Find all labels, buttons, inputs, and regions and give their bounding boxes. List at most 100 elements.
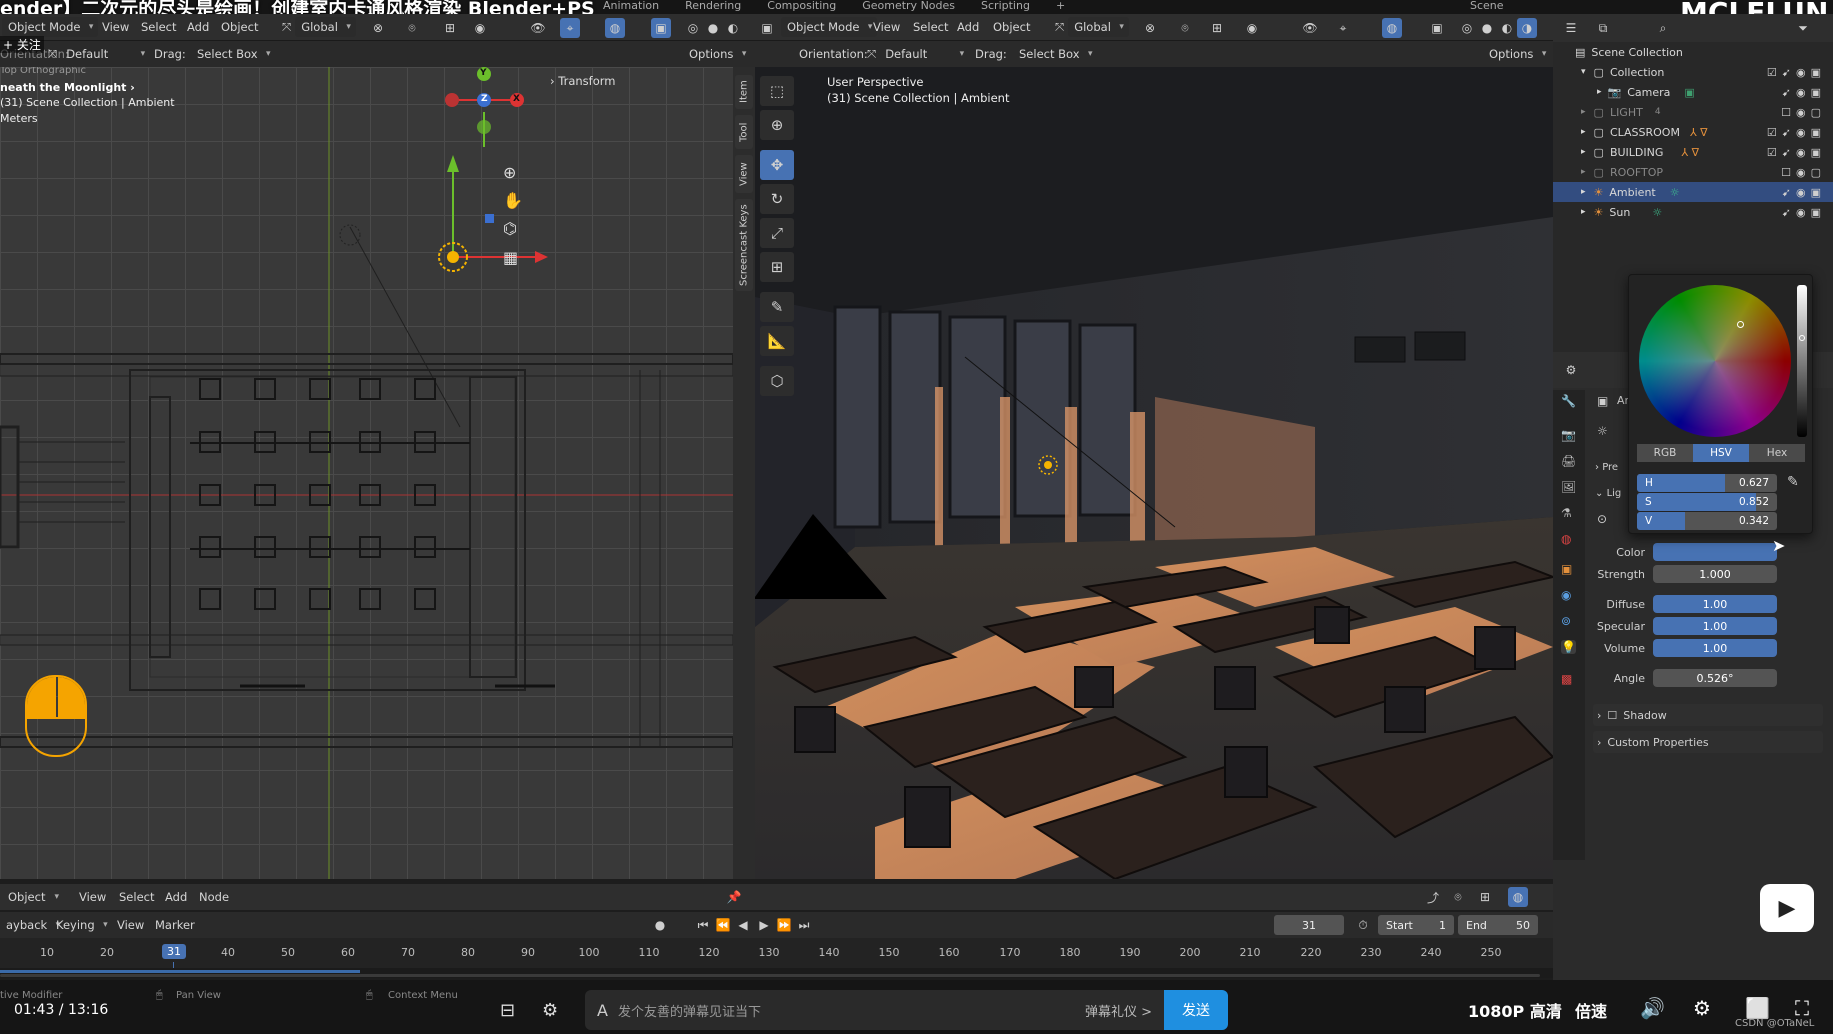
widescreen-icon[interactable]: ⬜	[1745, 996, 1770, 1020]
annotate-tool-icon[interactable]: ✎	[760, 292, 794, 322]
ortho-toggle-icon[interactable]: ▦	[503, 248, 518, 267]
snap-icon[interactable]: ⌾	[1448, 887, 1468, 907]
light-type-icon[interactable]: ☼	[1597, 424, 1608, 438]
node-object-dropdown[interactable]: Object	[2, 887, 64, 907]
saturation-field[interactable]: S 0.852	[1637, 493, 1777, 511]
fullscreen-icon[interactable]: ⛶	[1795, 996, 1809, 1020]
right-transform-orientation[interactable]: Global	[1068, 17, 1129, 37]
left-mode-dropdown[interactable]: Object Mode	[2, 17, 99, 37]
eye-icon[interactable]: ◉	[1796, 106, 1806, 119]
tab-tool[interactable]: Tool	[735, 115, 753, 149]
timeline-ruler[interactable]: 10 20 31 40 50 60 70 80 90 100 110 120 1…	[0, 938, 1553, 968]
eyedropper-icon[interactable]: ✎	[1787, 474, 1799, 490]
keying-dropdown[interactable]: Keying	[50, 915, 113, 935]
play-icon[interactable]: ▶	[754, 915, 774, 935]
select-box-tool-icon[interactable]: ⬚	[760, 76, 794, 106]
end-frame-field[interactable]: End 50	[1458, 915, 1538, 935]
danmaku-etiquette-link[interactable]: 弹幕礼仪 >	[1085, 1001, 1152, 1020]
outliner-item-light[interactable]: ▸ ▢ LIGHT 4 ☐ ◉ ▢	[1553, 102, 1833, 122]
eye-icon[interactable]: ◉	[1796, 166, 1806, 179]
left-drag-dropdown[interactable]: Select Box	[191, 44, 276, 64]
timeline-menu-marker[interactable]: Marker	[155, 912, 195, 938]
preview-section-header[interactable]: › Pre	[1595, 462, 1618, 473]
eye-icon[interactable]: ◉	[1796, 86, 1806, 99]
follow-button[interactable]: + 关注	[0, 36, 44, 53]
pin-icon[interactable]: 📌	[724, 887, 744, 907]
render-icon[interactable]: ▣	[1811, 186, 1821, 199]
custom-properties-header[interactable]: › Custom Properties	[1593, 731, 1823, 753]
light-data-tab-icon[interactable]: 💡	[1561, 640, 1576, 654]
shadow-checkbox-icon[interactable]: ☐	[1607, 709, 1617, 722]
tab-screencast-keys[interactable]: Screencast Keys	[735, 199, 753, 291]
prev-keyframe-icon[interactable]: ⏪	[713, 915, 733, 935]
eye-icon[interactable]: ◉	[1796, 146, 1806, 159]
volume-field[interactable]: 1.00	[1653, 639, 1777, 657]
outliner-item-camera[interactable]: ▸ 📷 Camera ▣ ➹ ◉ ▣	[1553, 82, 1833, 102]
diffuse-field[interactable]: 1.00	[1653, 595, 1777, 613]
shading-solid-icon[interactable]: ●	[1477, 18, 1497, 38]
outliner-item-sun[interactable]: ▸ ☀ Sun ☼ ➹ ◉ ▣	[1553, 202, 1833, 222]
value-field[interactable]: V 0.342	[1637, 512, 1777, 530]
output-tab-icon[interactable]: 🖨	[1561, 454, 1576, 468]
tab-view[interactable]: View	[735, 155, 753, 193]
right-menu-add[interactable]: Add	[957, 14, 979, 40]
outliner-item-rooftop[interactable]: ▸ ▢ ROOFTOP ☐ ◉ ▢	[1553, 162, 1833, 182]
timeline-scroll-strip[interactable]	[0, 968, 1553, 978]
view-layer-tab-icon[interactable]: 🖼	[1561, 480, 1576, 494]
timeline-scrollbar[interactable]	[0, 974, 1540, 977]
gizmo-toggle-icon[interactable]: ⌖	[560, 18, 580, 38]
chevron-right-icon[interactable]: ▸	[1581, 147, 1586, 157]
render-icon[interactable]: ▣	[1811, 146, 1821, 159]
overlay-toggle-icon[interactable]: ◍	[1382, 18, 1402, 38]
editor-type-icon[interactable]: ▣	[757, 18, 777, 38]
render-icon[interactable]: ▣	[1811, 206, 1821, 219]
snap-icon[interactable]: ⌾	[402, 18, 422, 38]
left-menu-select[interactable]: Select	[141, 14, 176, 40]
checkbox-icon[interactable]: ☐	[1781, 166, 1791, 179]
scene-selector[interactable]: Scene	[1470, 0, 1504, 12]
value-slider[interactable]	[1797, 285, 1807, 437]
chevron-down-icon[interactable]: ▾	[1581, 67, 1586, 77]
workspace-tab-compositing[interactable]: Compositing	[767, 0, 836, 12]
render-icon[interactable]: ▣	[1811, 66, 1821, 79]
shading-rendered-icon[interactable]: ◑	[1517, 18, 1537, 38]
left-menu-add[interactable]: Add	[187, 14, 209, 40]
danmaku-style-icon[interactable]: A	[597, 1001, 608, 1020]
start-frame-field[interactable]: Start 1	[1378, 915, 1454, 935]
workspace-tab-animation[interactable]: Animation	[603, 0, 659, 12]
xray-toggle-icon[interactable]: ▣	[1427, 18, 1447, 38]
hue-saturation-wheel[interactable]	[1639, 285, 1791, 437]
outliner-root[interactable]: ▤ Scene Collection	[1553, 42, 1833, 62]
overlay-toggle-icon[interactable]: ◍	[605, 18, 625, 38]
snap-target-icon[interactable]: ⊞	[440, 18, 460, 38]
right-orientation-dropdown[interactable]: Default	[879, 44, 969, 64]
eye-icon[interactable]: ◉	[1796, 206, 1806, 219]
left-options-dropdown[interactable]: Options	[683, 44, 751, 64]
snap-target-icon[interactable]: ⊞	[1207, 18, 1227, 38]
chevron-right-icon[interactable]: ▸	[1597, 87, 1602, 97]
color-swatch[interactable]	[1653, 543, 1777, 561]
snap-target-icon[interactable]: ⊞	[1475, 887, 1495, 907]
node-menu-select[interactable]: Select	[119, 884, 154, 910]
hue-field[interactable]: H 0.627	[1637, 474, 1777, 492]
workspace-tab-scripting[interactable]: Scripting	[981, 0, 1030, 12]
strength-field[interactable]: 1.000	[1653, 565, 1777, 583]
shading-solid-icon[interactable]: ●	[703, 18, 723, 38]
chevron-right-icon[interactable]: ▸	[1581, 187, 1586, 197]
right-menu-view[interactable]: View	[873, 14, 900, 40]
checkbox-icon[interactable]: ☑	[1767, 126, 1777, 139]
next-keyframe-icon[interactable]: ⏩	[774, 915, 794, 935]
shading-material-icon[interactable]: ◐	[723, 18, 743, 38]
tv-play-icon[interactable]: ▶	[1760, 884, 1814, 932]
properties-editor-icon[interactable]: ⚙	[1561, 360, 1581, 380]
transform-panel-toggle[interactable]: › Transform	[550, 74, 615, 88]
scene-tab-icon[interactable]: ⚗	[1561, 506, 1572, 520]
selectable-icon[interactable]: ➹	[1782, 186, 1791, 199]
render-tab-icon[interactable]: 📷	[1561, 428, 1576, 442]
workspace-tab-geometry-nodes[interactable]: Geometry Nodes	[862, 0, 955, 12]
search-icon[interactable]: ⌕	[1653, 18, 1673, 38]
selectable-icon[interactable]: ➹	[1782, 146, 1791, 159]
cursor-tool-icon[interactable]: ⊕	[760, 110, 794, 140]
gizmo-toggle-icon[interactable]: ⌖	[1333, 18, 1353, 38]
proportional-edit-icon[interactable]: ◉	[1242, 18, 1262, 38]
